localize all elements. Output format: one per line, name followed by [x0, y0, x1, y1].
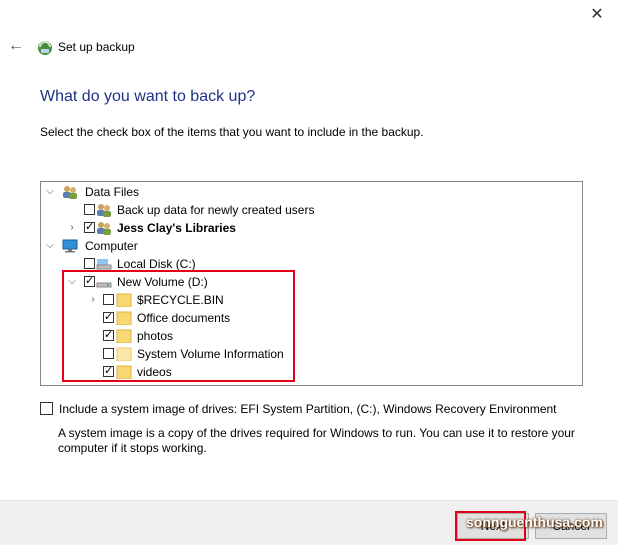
backup-icon [38, 41, 52, 55]
close-icon[interactable]: ✕ [588, 6, 606, 24]
chevron-down-icon[interactable]: ⌵ [44, 237, 56, 255]
watermark: sonnguenthusa.com [466, 514, 603, 530]
folder-icon [116, 347, 132, 361]
system-image-description: A system image is a copy of the drives r… [58, 426, 575, 455]
tree-item-label: photos [137, 329, 174, 343]
tree-item-label: System Volume Information [137, 347, 284, 361]
tree-item-label: Jess Clay's Libraries [117, 221, 236, 235]
folder-icon [116, 293, 132, 307]
tree-item-label: Local Disk (C:) [117, 257, 196, 271]
drive-icon [96, 259, 112, 270]
tree-item-label: Data Files [85, 185, 140, 199]
window-title: Set up backup [58, 40, 135, 54]
chevron-right-icon[interactable]: › [87, 291, 99, 309]
chevron-right-icon[interactable]: › [66, 219, 78, 237]
chevron-down-icon[interactable]: ⌵ [66, 273, 78, 291]
tree-item-label: $RECYCLE.BIN [137, 293, 224, 307]
office-documents-checkbox[interactable] [103, 312, 114, 323]
photos-checkbox[interactable] [103, 330, 114, 341]
users-icon [63, 186, 77, 199]
backup-items-tree[interactable]: ⌵ Data Files Back up data for newly crea… [40, 181, 583, 386]
folder-icon [116, 365, 132, 379]
users-icon [97, 204, 111, 217]
instruction-text: Select the check box of the items that y… [40, 125, 424, 139]
back-arrow-icon[interactable]: ← [8, 38, 24, 54]
system-image-label: Include a system image of drives: EFI Sy… [59, 402, 557, 416]
tree-item-label: New Volume (D:) [117, 275, 208, 289]
newly-created-checkbox[interactable] [84, 204, 95, 215]
tree-item-label: Office documents [137, 311, 231, 325]
drive-icon [96, 282, 112, 288]
folder-icon [116, 311, 132, 325]
tree-item-label: Back up data for newly created users [117, 203, 315, 217]
computer-icon [62, 239, 78, 253]
system-volume-information-checkbox[interactable] [103, 348, 114, 359]
users-icon [97, 222, 111, 235]
chevron-down-icon[interactable]: ⌵ [44, 183, 56, 201]
tree-item-label: Computer [85, 239, 138, 253]
folder-icon [116, 329, 132, 343]
libraries-checkbox[interactable] [84, 222, 95, 233]
page-heading: What do you want to back up? [40, 88, 256, 105]
videos-checkbox[interactable] [103, 366, 114, 377]
new-volume-checkbox[interactable] [84, 276, 95, 287]
system-image-checkbox[interactable] [40, 402, 53, 415]
recycle-bin-checkbox[interactable] [103, 294, 114, 305]
tree-item-label: videos [137, 365, 172, 379]
local-disk-checkbox[interactable] [84, 258, 95, 269]
